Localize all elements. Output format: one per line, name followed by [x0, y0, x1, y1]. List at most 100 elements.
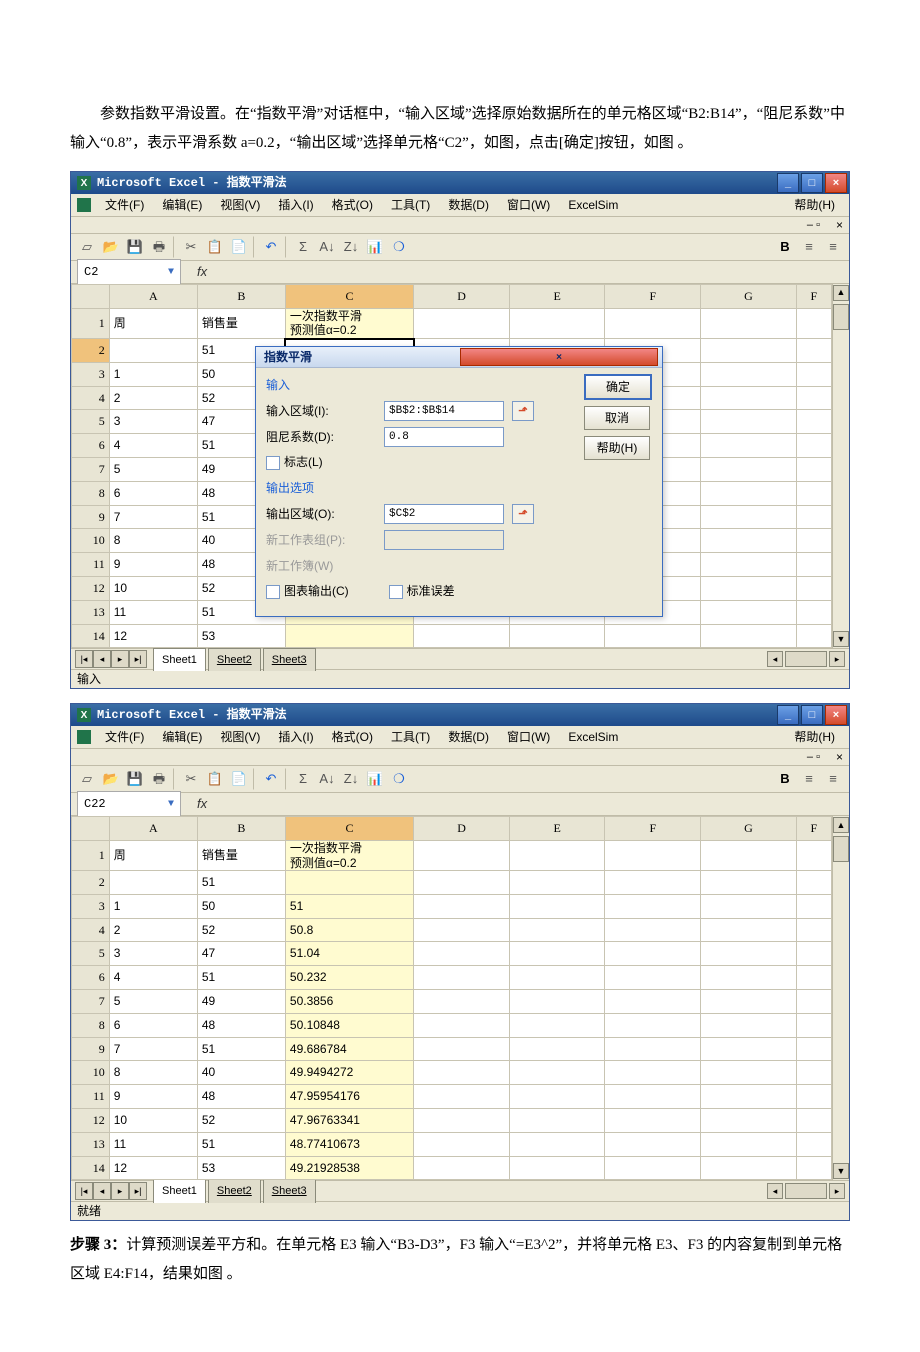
sub-restore-icon[interactable]: – ▫ [807, 747, 820, 768]
menu-view[interactable]: 视图(V) [212, 192, 268, 219]
range-picker-icon[interactable]: ⬏ [512, 504, 534, 524]
sub-close-button[interactable]: × [836, 746, 843, 769]
open-icon[interactable]: 📂 [101, 769, 121, 789]
sheet-tab-2[interactable]: Sheet2 [208, 1179, 261, 1203]
dialog-close-button[interactable]: × [460, 348, 658, 366]
sheet-tab-1[interactable]: Sheet1 [153, 1179, 206, 1203]
ok-button[interactable]: 确定 [584, 374, 652, 400]
sheet-tab-3[interactable]: Sheet3 [263, 648, 316, 672]
sort-desc-icon[interactable]: Z↓ [341, 237, 361, 257]
save-icon[interactable]: 💾 [125, 769, 145, 789]
horizontal-scrollbar[interactable]: ◂▸ [320, 1183, 845, 1199]
align-right-icon[interactable]: ≡ [823, 237, 843, 257]
dropdown-icon[interactable]: ▼ [168, 795, 174, 814]
chart-output-checkbox[interactable]: 图表输出(C) [266, 580, 349, 603]
new-icon[interactable]: ▱ [77, 769, 97, 789]
print-icon[interactable]: 🖶 [149, 237, 169, 257]
autosum-icon[interactable]: Σ [293, 237, 313, 257]
fx-icon[interactable]: fx [197, 260, 207, 285]
bold-icon[interactable]: B [775, 769, 795, 789]
stderr-checkbox[interactable]: 标准误差 [389, 580, 455, 603]
cut-icon[interactable]: ✂ [181, 237, 201, 257]
sub-restore-icon[interactable]: – ▫ [807, 215, 820, 236]
tab-nav-buttons[interactable]: |◂◂▸▸| [75, 1182, 147, 1200]
menu-window[interactable]: 窗口(W) [499, 192, 558, 219]
new-icon[interactable]: ▱ [77, 237, 97, 257]
help-icon[interactable]: ❍ [389, 769, 409, 789]
print-icon[interactable]: 🖶 [149, 769, 169, 789]
scroll-up-icon[interactable]: ▲ [833, 285, 849, 301]
autosum-icon[interactable]: Σ [293, 769, 313, 789]
dropdown-icon[interactable]: ▼ [168, 263, 174, 282]
sheet-tab-3[interactable]: Sheet3 [263, 1179, 316, 1203]
chart-icon[interactable]: 📊 [365, 769, 385, 789]
menu-edit[interactable]: 编辑(E) [154, 724, 210, 751]
sort-asc-icon[interactable]: A↓ [317, 237, 337, 257]
menu-format[interactable]: 格式(O) [324, 192, 381, 219]
input-range-field[interactable]: $B$2:$B$14 [384, 401, 504, 421]
menu-insert[interactable]: 插入(I) [270, 724, 321, 751]
menu-tools[interactable]: 工具(T) [383, 192, 438, 219]
menu-edit[interactable]: 编辑(E) [154, 192, 210, 219]
menu-tools[interactable]: 工具(T) [383, 724, 438, 751]
damping-label: 阻尼系数(D): [266, 426, 376, 449]
scroll-down-icon[interactable]: ▼ [833, 631, 849, 647]
status-bar: 就绪 [71, 1201, 849, 1220]
help-icon[interactable]: ❍ [389, 237, 409, 257]
help-button[interactable]: 帮助(H) [584, 436, 650, 460]
vertical-scrollbar[interactable]: ▲ ▼ [832, 284, 849, 648]
paste-icon[interactable]: 📄 [229, 769, 249, 789]
menu-format[interactable]: 格式(O) [324, 724, 381, 751]
bold-icon[interactable]: B [775, 237, 795, 257]
close-button[interactable]: × [825, 705, 847, 725]
spreadsheet-grid[interactable]: AB C DE FGF 1 周销售量 一次指数平滑预测值α=0.2 251 31… [71, 816, 832, 1180]
sort-desc-icon[interactable]: Z↓ [341, 769, 361, 789]
undo-icon[interactable]: ↶ [261, 769, 281, 789]
menu-insert[interactable]: 插入(I) [270, 192, 321, 219]
minimize-button[interactable]: _ [777, 705, 799, 725]
save-icon[interactable]: 💾 [125, 237, 145, 257]
close-button[interactable]: × [825, 173, 847, 193]
table-row: 315051 [72, 894, 832, 918]
maximize-button[interactable]: □ [801, 705, 823, 725]
scroll-thumb[interactable] [833, 304, 849, 330]
scroll-up-icon[interactable]: ▲ [833, 817, 849, 833]
labels-checkbox[interactable]: 标志(L) [266, 451, 323, 474]
open-icon[interactable]: 📂 [101, 237, 121, 257]
sheet-tab-2[interactable]: Sheet2 [208, 648, 261, 672]
menu-excelsim[interactable]: ExcelSim [560, 192, 626, 219]
sub-close-button[interactable]: × [836, 214, 843, 237]
align-left-icon[interactable]: ≡ [799, 237, 819, 257]
fx-icon[interactable]: fx [197, 792, 207, 817]
minimize-button[interactable]: _ [777, 173, 799, 193]
menu-file[interactable]: 文件(F) [97, 724, 152, 751]
scroll-down-icon[interactable]: ▼ [833, 1163, 849, 1179]
undo-icon[interactable]: ↶ [261, 237, 281, 257]
scroll-thumb[interactable] [833, 836, 849, 862]
copy-icon[interactable]: 📋 [205, 769, 225, 789]
horizontal-scrollbar[interactable]: ◂▸ [320, 651, 845, 667]
tab-nav-buttons[interactable]: |◂◂▸▸| [75, 650, 147, 668]
name-box[interactable]: C22▼ [77, 791, 181, 818]
range-picker-icon[interactable]: ⬏ [512, 401, 534, 421]
sheet-tab-1[interactable]: Sheet1 [153, 648, 206, 672]
damping-field[interactable]: 0.8 [384, 427, 504, 447]
align-right-icon[interactable]: ≡ [823, 769, 843, 789]
chart-icon[interactable]: 📊 [365, 237, 385, 257]
menu-file[interactable]: 文件(F) [97, 192, 152, 219]
cancel-button[interactable]: 取消 [584, 406, 650, 430]
name-box[interactable]: C2▼ [77, 259, 181, 286]
cut-icon[interactable]: ✂ [181, 769, 201, 789]
menu-data[interactable]: 数据(D) [440, 192, 497, 219]
vertical-scrollbar[interactable]: ▲ ▼ [832, 816, 849, 1180]
maximize-button[interactable]: □ [801, 173, 823, 193]
sort-asc-icon[interactable]: A↓ [317, 769, 337, 789]
menu-excelsim[interactable]: ExcelSim [560, 724, 626, 751]
menu-view[interactable]: 视图(V) [212, 724, 268, 751]
copy-icon[interactable]: 📋 [205, 237, 225, 257]
align-left-icon[interactable]: ≡ [799, 769, 819, 789]
paste-icon[interactable]: 📄 [229, 237, 249, 257]
menu-data[interactable]: 数据(D) [440, 724, 497, 751]
menu-window[interactable]: 窗口(W) [499, 724, 558, 751]
output-range-field[interactable]: $C$2 [384, 504, 504, 524]
